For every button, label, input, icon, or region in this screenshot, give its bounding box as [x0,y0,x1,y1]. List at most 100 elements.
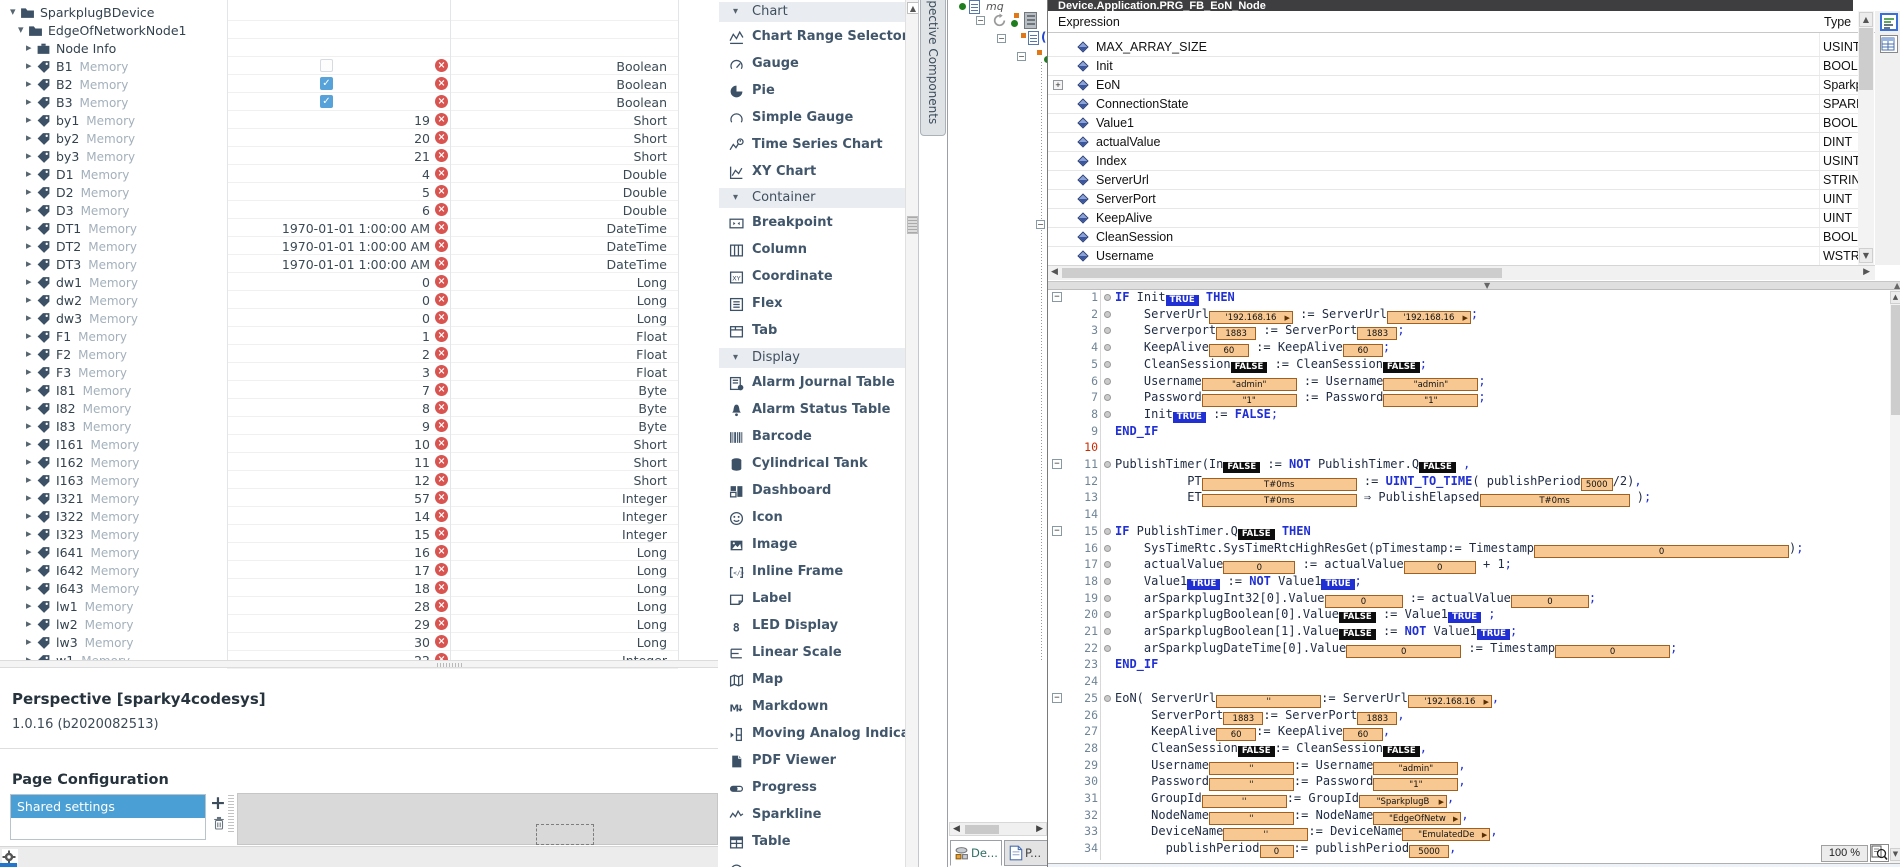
chevron-right-icon[interactable]: ▸ [26,131,32,144]
page-drop-target[interactable] [536,824,594,845]
palette-item-barcode[interactable]: Barcode [719,427,906,449]
zoom-tool-button[interactable] [1870,844,1889,862]
palette-scrollbar[interactable]: ▲ [905,0,919,867]
palette-item-time-series-chart[interactable]: Time Series Chart [719,135,906,157]
chevron-right-icon[interactable]: ▸ [26,419,32,432]
code-line-32[interactable]: 32 NodeName'':= NodeName"EdgeOfNetw▶, [1048,807,1891,824]
palette-item-alarm-journal-table[interactable]: Alarm Journal Table [719,373,906,395]
tree-row-by1[interactable]: ▸by1Memory19×Short [0,111,718,129]
chevron-right-icon[interactable]: ▸ [26,41,32,54]
chevron-right-icon[interactable]: ▸ [26,509,32,522]
value-checkbox[interactable]: ✓ [320,77,333,90]
code-line-18[interactable]: 18 Value1TRUE := NOT Value1TRUE; [1048,573,1891,590]
code-line-30[interactable]: 30 Password'':= Password"1", [1048,773,1891,790]
chevron-right-icon[interactable]: ▸ [26,77,32,90]
splitter-collapse-icon[interactable]: ▼ [1484,281,1490,290]
code-line-33[interactable]: 33 DeviceName'':= DeviceName"EmulatedDe▶… [1048,823,1891,840]
collapse-box[interactable]: − [976,16,985,25]
tree-row-lw2[interactable]: ▸lw2Memory29×Long [0,615,718,633]
tree-row-I162[interactable]: ▸I162Memory11×Short [0,453,718,471]
tree-row-I322[interactable]: ▸I322Memory14×Integer [0,507,718,525]
code-line-17[interactable]: 17 actualValue0 := actualValue0 + 1; [1048,556,1891,573]
palette-item-cylindrical-tank[interactable]: Cylindrical Tank [719,454,906,476]
expand-value-icon[interactable]: ▶ [1482,831,1487,840]
tree-row-DT1[interactable]: ▸DT1Memory1970-01-01 1:00:00 AM×DateTime [0,219,718,237]
chevron-right-icon[interactable]: ▸ [26,599,32,612]
code-line-22[interactable]: 22 arSparkplugDateTime[0].Value0 := Time… [1048,640,1891,657]
palette-item-tab[interactable]: Tab [719,321,906,343]
st-code-editor[interactable]: −1IF InitTRUE THEN2 ServerUrl'192.168.16… [1048,290,1891,860]
breakpoint-dot-icon[interactable] [1104,311,1111,318]
declaration-row-EoN[interactable]: +EoNSparkplu [1048,76,1858,95]
code-line-31[interactable]: 31 GroupId'':= GroupId"SparkplugB▶, [1048,790,1891,807]
chevron-right-icon[interactable]: ▸ [26,329,32,342]
tree-row-SparkplugBDevice[interactable]: ▾SparkplugBDevice [0,3,718,21]
code-line-26[interactable]: 26 ServerPort1883:= ServerPort1883, [1048,707,1891,724]
declaration-row-ServerUrl[interactable]: ServerUrlSTRING [1048,171,1858,190]
code-line-20[interactable]: 20 arSparkplugBoolean[0].ValueFALSE := V… [1048,606,1891,623]
shared-settings-item[interactable]: Shared settings [11,795,205,818]
scroll-up-icon[interactable]: ▲ [1890,291,1900,304]
code-line-9[interactable]: 9END_IF [1048,423,1891,440]
palette-item-alarm-status-table[interactable]: Alarm Status Table [719,400,906,422]
fold-icon[interactable]: − [1052,526,1062,536]
tree-row-B1[interactable]: ▸B1Memory×Boolean [0,57,718,75]
code-line-2[interactable]: 2 ServerUrl'192.168.16▶ := ServerUrl'192… [1048,306,1891,323]
code-line-34[interactable]: 34 publishPeriod0:= publishPeriod5000, [1048,840,1891,857]
palette-item-map[interactable]: Map [719,670,906,692]
breakpoint-dot-icon[interactable] [1104,344,1111,351]
tree-row-dw3[interactable]: ▸dw3Memory0×Long [0,309,718,327]
type-column-header[interactable]: Type [1824,15,1851,29]
code-line-11[interactable]: −11PublishTimer(InFALSE := NOT PublishTi… [1048,456,1891,473]
chevron-right-icon[interactable]: ▸ [26,59,32,72]
palette-section-display[interactable]: ▾Display [719,348,906,368]
breakpoint-dot-icon[interactable] [1104,561,1111,568]
fold-icon[interactable]: − [1052,292,1062,302]
palette-item-simple-gauge[interactable]: Simple Gauge [719,108,906,130]
code-line-3[interactable]: 3 Serverport1883 := ServerPort1883; [1048,322,1891,339]
breakpoint-dot-icon[interactable] [1104,545,1111,552]
delete-page-button[interactable] [212,816,226,835]
code-line-1[interactable]: −1IF InitTRUE THEN [1048,290,1891,306]
breakpoint-dot-icon[interactable] [1104,695,1111,702]
tree-row-by3[interactable]: ▸by3Memory21×Short [0,147,718,165]
scrollbar-thumb[interactable] [907,216,918,234]
expression-column-header[interactable]: Expression [1058,15,1120,29]
palette-item-breakpoint[interactable]: Breakpoint [719,213,906,235]
chevron-right-icon[interactable]: ▸ [26,473,32,486]
code-line-28[interactable]: 28 CleanSessionFALSE:= CleanSessionFALSE… [1048,740,1891,757]
editor-zoom-button[interactable]: 100 % [1821,845,1868,862]
devices-hscrollbar[interactable]: ◀ ▶ [949,822,1047,836]
scroll-down-icon[interactable]: ▼ [1859,248,1873,263]
code-line-29[interactable]: 29 Username'':= Username"admin", [1048,757,1891,774]
scroll-left-icon[interactable]: ◀ [953,824,960,834]
chevron-right-icon[interactable]: ▸ [26,293,32,306]
expand-value-icon[interactable]: ▶ [1439,798,1444,807]
code-line-6[interactable]: 6 Username"admin" := Username"admin"; [1048,373,1891,390]
tree-row-I643[interactable]: ▸I643Memory18×Long [0,579,718,597]
tree-row-I81[interactable]: ▸I81Memory7×Byte [0,381,718,399]
palette-section-chart[interactable]: ▾Chart [719,2,906,22]
tree-row-D2[interactable]: ▸D2Memory5×Double [0,183,718,201]
code-line-25[interactable]: −25EoN( ServerUrl'':= ServerUrl'192.168.… [1048,690,1891,707]
chevron-right-icon[interactable]: ▸ [26,221,32,234]
breakpoint-dot-icon[interactable] [1104,378,1111,385]
collapse-box[interactable]: − [997,34,1006,43]
palette-item-pie[interactable]: Pie [719,81,906,103]
chevron-right-icon[interactable]: ▸ [26,113,32,126]
scroll-right-icon[interactable]: ▶ [1036,824,1043,834]
palette-item-label[interactable]: Label [719,589,906,611]
value-checkbox[interactable]: ✓ [320,95,333,108]
code-line-12[interactable]: 12 PTT#0ms := UINT_TO_TIME( publishPerio… [1048,473,1891,490]
declaration-row-actualValue[interactable]: actualValueDINT [1048,133,1858,152]
declaration-row-CleanSession[interactable]: CleanSessionBOOL [1048,228,1858,247]
chevron-right-icon[interactable]: ▸ [26,437,32,450]
tab-devices[interactable]: De... [950,840,1002,866]
code-line-8[interactable]: 8 InitTRUE := FALSE; [1048,406,1891,423]
code-line-23[interactable]: 23END_IF [1048,656,1891,673]
palette-item-column[interactable]: Column [719,240,906,262]
declaration-row-Init[interactable]: InitBOOL [1048,57,1858,76]
chevron-right-icon[interactable]: ▸ [26,311,32,324]
code-line-14[interactable]: 14 [1048,506,1891,523]
palette-item-icon[interactable]: Icon [719,508,906,530]
